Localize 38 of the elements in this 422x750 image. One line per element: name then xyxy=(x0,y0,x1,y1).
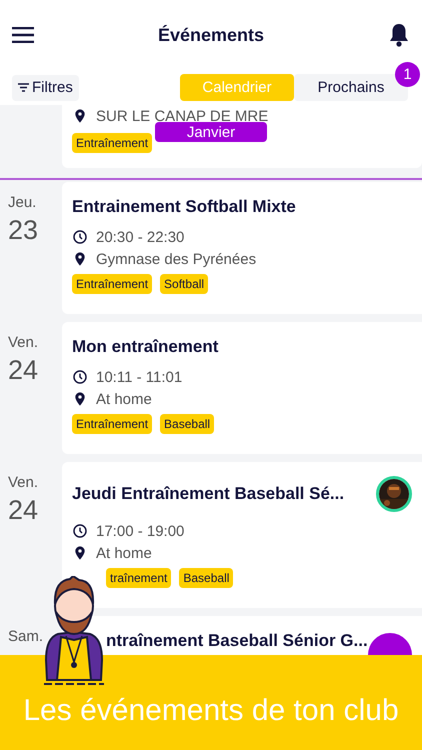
event-location: SUR LE CANAP DE MRE xyxy=(96,108,268,124)
month-label: Janvier xyxy=(155,122,267,142)
day-number: 24 xyxy=(8,355,38,386)
event-location: At home xyxy=(96,544,152,562)
filter-icon xyxy=(18,83,29,92)
weekday-label: Ven. xyxy=(8,334,38,351)
menu-icon[interactable] xyxy=(12,27,34,43)
day-number: 23 xyxy=(8,215,38,246)
event-time: 20:30 - 22:30 xyxy=(96,228,184,246)
event-tag: Baseball xyxy=(160,414,214,434)
event-title: Entrainement Softball Mixte xyxy=(72,196,296,218)
event-time: 10:11 - 11:01 xyxy=(96,368,182,386)
clock-icon xyxy=(72,523,88,539)
clock-icon xyxy=(72,229,88,245)
weekday-label: Ven. xyxy=(8,474,38,491)
event-tag: Entraînement xyxy=(72,414,152,434)
event-tag: Entraînement xyxy=(72,274,152,294)
event-tag: Entraînement xyxy=(72,133,152,153)
event-card[interactable]: Entrainement Softball Mixte 20:30 - 22:30 Gymnase des Pyrénées Entraînement Softball xyxy=(62,182,422,314)
banner-text: Les événements de ton club xyxy=(23,694,399,728)
event-card[interactable]: Jeudi Entraînement Baseball Sé... 17:00 - 19:00 At home traînement Baseball xyxy=(62,462,422,608)
bell-icon[interactable] xyxy=(388,23,410,47)
event-title: Mon entraînement xyxy=(72,336,218,358)
clock-icon xyxy=(72,369,88,385)
event-location: Gymnase des Pyrénées xyxy=(96,250,256,268)
event-title: Jeudi Entraînement Baseball Sé... xyxy=(72,483,344,505)
event-tag: Softball xyxy=(160,274,208,294)
weekday-label: Sam. xyxy=(8,628,44,645)
filter-button[interactable]: Filtres xyxy=(12,74,79,100)
weekday-label: Jeu. xyxy=(8,194,36,211)
event-tag: Baseball xyxy=(179,568,234,588)
event-location: At home xyxy=(96,390,152,408)
event-card[interactable]: Mon entraînement 10:11 - 11:01 At home Entraînement Baseball xyxy=(62,322,422,454)
event-tag: traînement xyxy=(106,568,172,588)
day-number: 24 xyxy=(8,495,38,526)
event-title: ntraînement Baseball Sénior G... xyxy=(106,630,368,652)
screen-title: Événements xyxy=(158,24,264,46)
event-time: 17:00 - 19:00 xyxy=(96,522,184,540)
